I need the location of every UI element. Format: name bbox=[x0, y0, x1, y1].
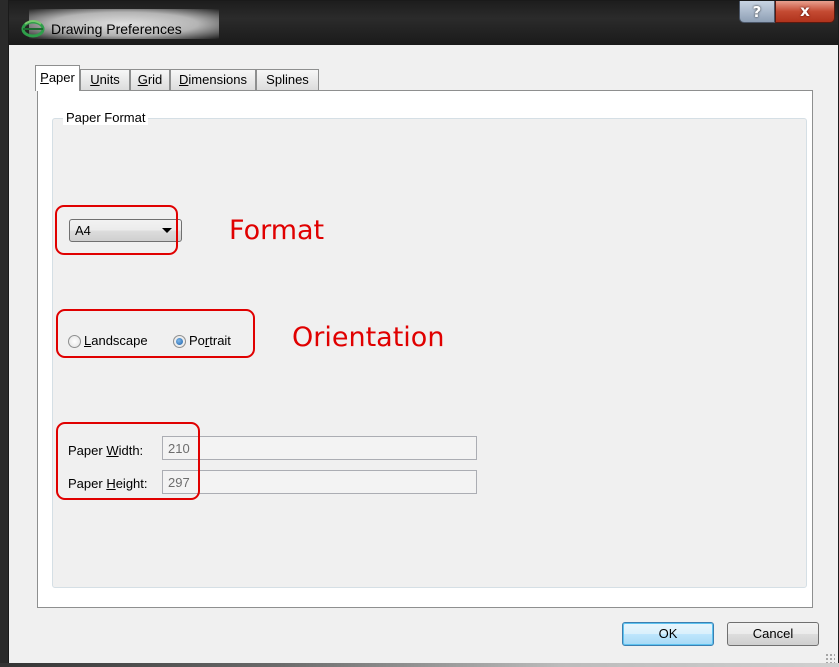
paper-width-input[interactable]: 210 bbox=[162, 436, 477, 460]
tab-dimensions[interactable]: Dimensions bbox=[170, 69, 256, 90]
tab-dimensions-label: imensions bbox=[188, 72, 247, 87]
tab-units-label: nits bbox=[99, 72, 120, 87]
window-title: Drawing Preferences bbox=[51, 21, 182, 37]
tab-units-mnemonic: U bbox=[90, 72, 100, 87]
preferences-dialog: Drawing Preferences ? x Paper Units Grid… bbox=[8, 0, 839, 667]
tab-paper-label: aper bbox=[48, 70, 75, 85]
tab-grid-mnemonic: G bbox=[137, 72, 148, 87]
tab-splines-label: Splines bbox=[266, 72, 309, 87]
close-button[interactable]: x bbox=[775, 1, 835, 23]
resize-grip-icon[interactable] bbox=[825, 653, 835, 663]
format-annotation: Format bbox=[229, 215, 325, 246]
tab-splines[interactable]: Splines bbox=[256, 69, 319, 90]
tab-paper-mnemonic: P bbox=[40, 70, 49, 85]
tab-grid[interactable]: Grid bbox=[130, 69, 170, 90]
format-highlight-box bbox=[55, 205, 178, 255]
title-bar[interactable]: Drawing Preferences ? x bbox=[9, 1, 838, 45]
paper-format-title: Paper Format bbox=[63, 110, 149, 125]
tab-grid-label: rid bbox=[147, 72, 163, 87]
orientation-highlight-box bbox=[56, 309, 255, 358]
help-button[interactable]: ? bbox=[739, 1, 775, 23]
tab-units[interactable]: Units bbox=[80, 69, 130, 90]
tab-dimensions-mnemonic: D bbox=[179, 72, 189, 87]
dialog-body: Paper Units Grid Dimensions Splines Pape… bbox=[9, 45, 838, 666]
desktop-bottom-edge bbox=[0, 663, 839, 667]
desktop-edge bbox=[0, 0, 8, 667]
cancel-button[interactable]: Cancel bbox=[727, 622, 819, 646]
orientation-annotation: Orientation bbox=[292, 322, 445, 353]
ok-button[interactable]: OK bbox=[622, 622, 714, 646]
dimensions-highlight-box bbox=[56, 422, 200, 500]
tab-paper[interactable]: Paper bbox=[35, 65, 80, 91]
app-logo-icon bbox=[21, 20, 45, 38]
paper-height-input[interactable]: 297 bbox=[162, 470, 477, 494]
